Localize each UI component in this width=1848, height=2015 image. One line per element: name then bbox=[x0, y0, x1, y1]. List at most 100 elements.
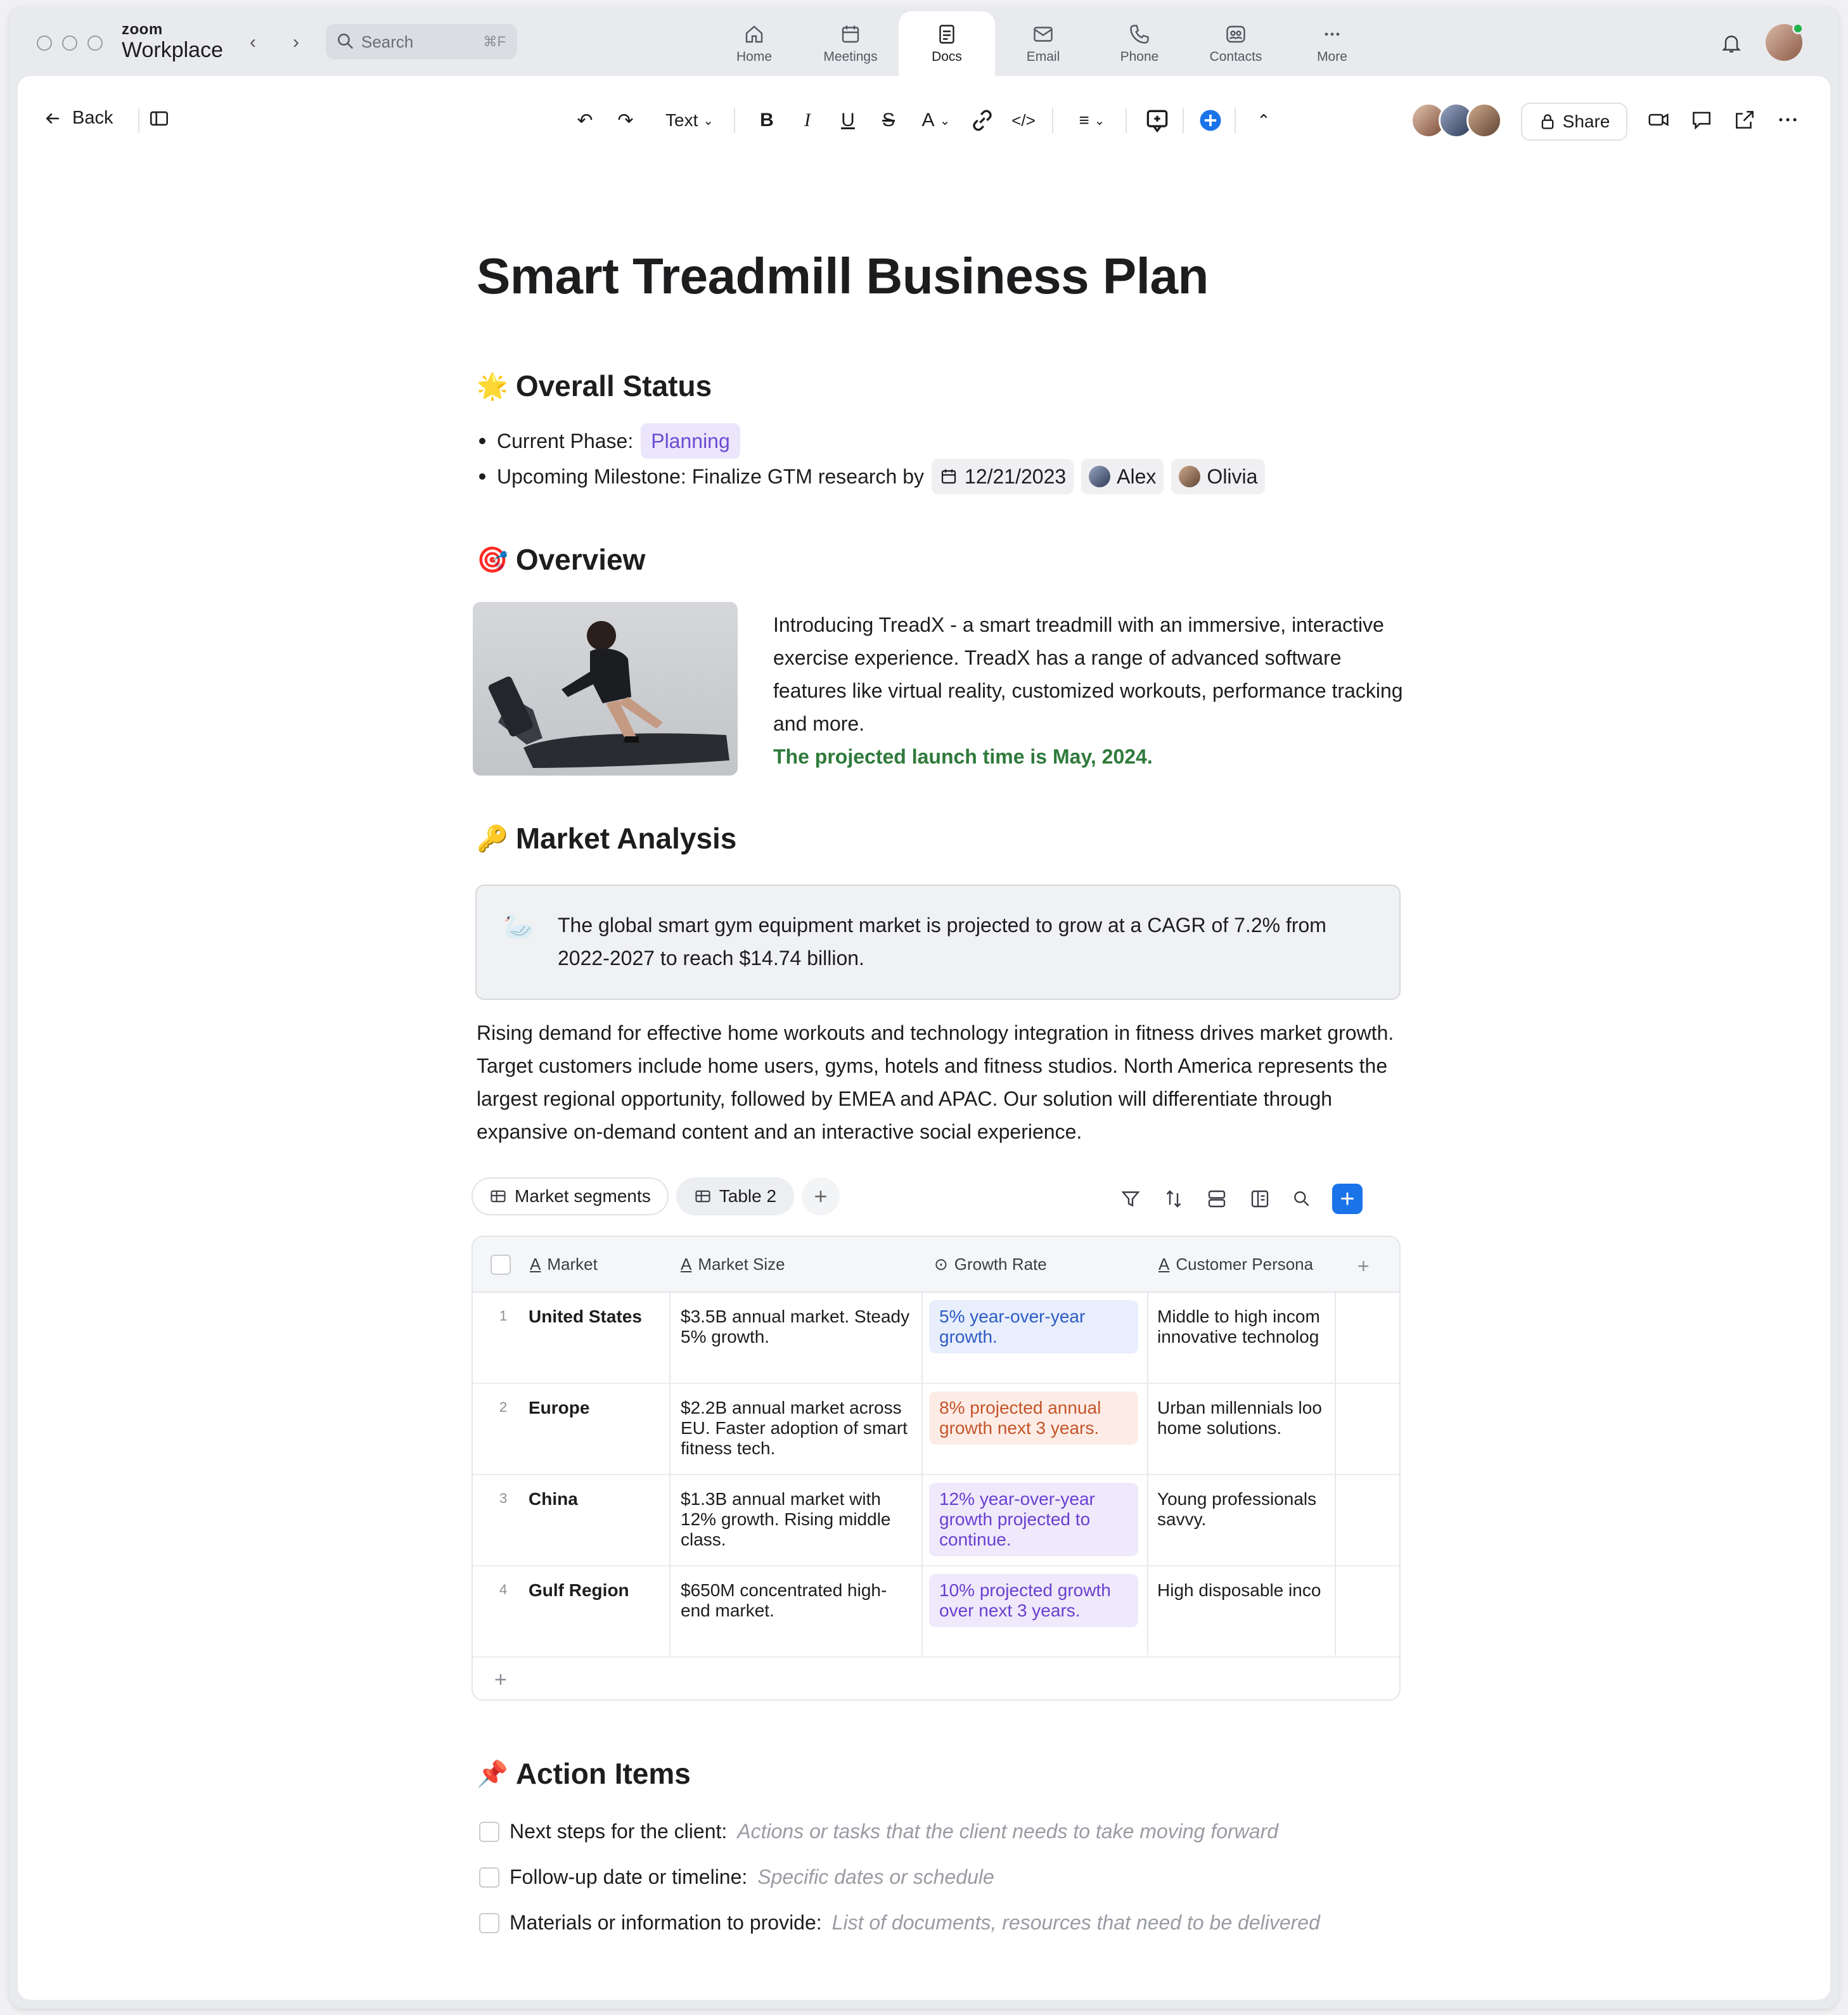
tab-meetings[interactable]: Meetings bbox=[802, 11, 899, 76]
cell-persona[interactable]: Middle to high incom innovative technolo… bbox=[1157, 1307, 1332, 1347]
table-row[interactable]: 3 China $1.3B annual market with 12% gro… bbox=[473, 1475, 1399, 1566]
minimize-window-button[interactable] bbox=[62, 35, 77, 51]
back-button[interactable]: Back bbox=[43, 108, 113, 129]
tab-docs[interactable]: Docs bbox=[899, 11, 995, 76]
online-status-dot bbox=[1792, 23, 1804, 34]
bell-icon[interactable] bbox=[1720, 32, 1743, 54]
italic-button[interactable]: I bbox=[793, 105, 821, 136]
market-paragraph[interactable]: Rising demand for effective home workout… bbox=[477, 1016, 1408, 1148]
history-back-icon[interactable]: ‹ bbox=[250, 32, 256, 53]
cell-market-size[interactable]: $650M concentrated high-end market. bbox=[681, 1580, 915, 1621]
bold-button[interactable]: B bbox=[753, 105, 781, 136]
more-options-icon[interactable] bbox=[1776, 108, 1800, 132]
section-heading-actions[interactable]: 📌 Action Items bbox=[477, 1756, 691, 1791]
doc-actions bbox=[1646, 108, 1800, 132]
tab-email[interactable]: Email bbox=[995, 11, 1091, 76]
comment-add-icon[interactable] bbox=[1143, 105, 1171, 136]
growth-tag[interactable]: 12% year-over-year growth projected to c… bbox=[929, 1483, 1138, 1556]
task-checkbox[interactable] bbox=[479, 1912, 499, 1933]
cell-market-size[interactable]: $3.5B annual market. Steady 5% growth. bbox=[681, 1307, 915, 1347]
task-checkbox[interactable] bbox=[479, 1821, 499, 1842]
cell-market-size[interactable]: $1.3B annual market with 12% growth. Ris… bbox=[681, 1489, 915, 1550]
status-badge[interactable]: Planning bbox=[641, 423, 740, 459]
chevron-up-icon[interactable]: ⌃ bbox=[1250, 105, 1278, 136]
mention-chip[interactable]: Alex bbox=[1081, 459, 1164, 494]
action-item[interactable]: Next steps for the client: Actions or ta… bbox=[479, 1820, 1278, 1843]
cell-market-size[interactable]: $2.2B annual market across EU. Faster ad… bbox=[681, 1398, 915, 1459]
link-icon[interactable] bbox=[968, 105, 996, 136]
underline-button[interactable]: U bbox=[834, 105, 862, 136]
cell-market[interactable]: Europe bbox=[529, 1398, 662, 1418]
growth-tag[interactable]: 8% projected annual growth next 3 years. bbox=[929, 1391, 1138, 1445]
section-heading-market[interactable]: 🔑 Market Analysis bbox=[477, 821, 736, 855]
select-all-checkbox[interactable] bbox=[491, 1255, 511, 1275]
add-record-button[interactable]: + bbox=[1332, 1184, 1363, 1214]
search-icon bbox=[338, 34, 354, 49]
tab-table-2[interactable]: Table 2 bbox=[676, 1177, 795, 1215]
growth-tag[interactable]: 5% year-over-year growth. bbox=[929, 1300, 1138, 1353]
action-item[interactable]: Materials or information to provide: Lis… bbox=[479, 1911, 1320, 1935]
growth-tag[interactable]: 10% projected growth over next 3 years. bbox=[929, 1574, 1138, 1627]
overview-text[interactable]: Introducing TreadX - a smart treadmill w… bbox=[773, 608, 1407, 773]
text-style-dropdown[interactable]: Text ⌄ bbox=[658, 105, 721, 136]
table-row[interactable]: 2 Europe $2.2B annual market across EU. … bbox=[473, 1384, 1399, 1475]
sort-icon[interactable] bbox=[1162, 1187, 1185, 1210]
font-color-button[interactable]: A ⌄ bbox=[914, 105, 958, 136]
callout-block[interactable]: 🦢 The global smart gym equipment market … bbox=[475, 885, 1401, 1000]
redo-icon[interactable]: ↷ bbox=[610, 105, 641, 136]
add-table-button[interactable]: + bbox=[802, 1177, 840, 1215]
sidebar-toggle-icon[interactable] bbox=[148, 108, 170, 129]
share-button[interactable]: Share bbox=[1521, 103, 1627, 141]
cell-persona[interactable]: Urban millennials loo home solutions. bbox=[1157, 1398, 1332, 1438]
row-number: 1 bbox=[499, 1308, 508, 1324]
document-title[interactable]: Smart Treadmill Business Plan bbox=[477, 247, 1209, 305]
tab-meetings-label: Meetings bbox=[823, 49, 878, 64]
table-row[interactable]: 4 Gulf Region $650M concentrated high-en… bbox=[473, 1566, 1399, 1658]
add-row-button[interactable]: + bbox=[494, 1668, 507, 1692]
table-row[interactable]: 1 United States $3.5B annual market. Ste… bbox=[473, 1293, 1399, 1384]
tab-market-segments[interactable]: Market segments bbox=[472, 1177, 669, 1215]
tab-home[interactable]: Home bbox=[706, 11, 802, 76]
filter-icon[interactable] bbox=[1119, 1187, 1142, 1210]
tab-more[interactable]: More bbox=[1284, 11, 1380, 76]
column-header-growth-rate[interactable]: ⊙ Growth Rate bbox=[934, 1255, 1047, 1274]
column-header-customer-persona[interactable]: A Customer Persona bbox=[1158, 1255, 1330, 1274]
search-input[interactable]: Search ⌘F bbox=[326, 24, 517, 60]
lock-icon bbox=[1541, 114, 1553, 129]
history-forward-icon[interactable]: › bbox=[293, 32, 299, 53]
select-field-icon: ⊙ bbox=[934, 1255, 948, 1274]
cell-persona[interactable]: High disposable inco bbox=[1157, 1580, 1332, 1621]
undo-icon[interactable]: ↶ bbox=[569, 105, 601, 136]
column-header-market[interactable]: A Market bbox=[530, 1255, 598, 1274]
insert-plus-icon[interactable] bbox=[1197, 105, 1224, 136]
user-avatar[interactable] bbox=[1766, 23, 1804, 61]
code-icon[interactable]: </> bbox=[1008, 105, 1039, 136]
section-heading-status[interactable]: 🌟 Overall Status bbox=[477, 369, 712, 403]
align-dropdown[interactable]: ≡ ⌄ bbox=[1070, 105, 1114, 136]
add-column-button[interactable]: + bbox=[1357, 1255, 1370, 1278]
cell-market[interactable]: China bbox=[529, 1489, 662, 1509]
search-icon[interactable] bbox=[1292, 1189, 1312, 1209]
date-chip[interactable]: 12/21/2023 bbox=[932, 459, 1074, 494]
cell-market[interactable]: Gulf Region bbox=[529, 1580, 662, 1601]
cell-persona[interactable]: Young professionals savvy. bbox=[1157, 1489, 1332, 1530]
tab-phone[interactable]: Phone bbox=[1091, 11, 1188, 76]
close-window-button[interactable] bbox=[37, 35, 52, 51]
collaborator-avatars[interactable] bbox=[1411, 103, 1502, 138]
section-heading-overview[interactable]: 🎯 Overview bbox=[477, 542, 645, 577]
cell-market[interactable]: United States bbox=[529, 1307, 662, 1327]
group-icon[interactable] bbox=[1205, 1187, 1228, 1210]
mention-chip[interactable]: Olivia bbox=[1171, 459, 1266, 494]
tab-contacts[interactable]: Contacts bbox=[1188, 11, 1284, 76]
treadmill-photo[interactable] bbox=[473, 602, 738, 776]
task-checkbox[interactable] bbox=[479, 1867, 499, 1888]
chevron-down-icon: ⌄ bbox=[1094, 113, 1105, 128]
columns-icon[interactable] bbox=[1248, 1187, 1271, 1210]
column-header-market-size[interactable]: A Market Size bbox=[681, 1255, 785, 1274]
action-item[interactable]: Follow-up date or timeline: Specific dat… bbox=[479, 1865, 994, 1889]
video-icon[interactable] bbox=[1646, 108, 1671, 132]
chat-icon[interactable] bbox=[1690, 108, 1714, 132]
open-external-icon[interactable] bbox=[1733, 108, 1757, 132]
strikethrough-button[interactable]: S bbox=[875, 105, 902, 136]
maximize-window-button[interactable] bbox=[87, 35, 103, 51]
